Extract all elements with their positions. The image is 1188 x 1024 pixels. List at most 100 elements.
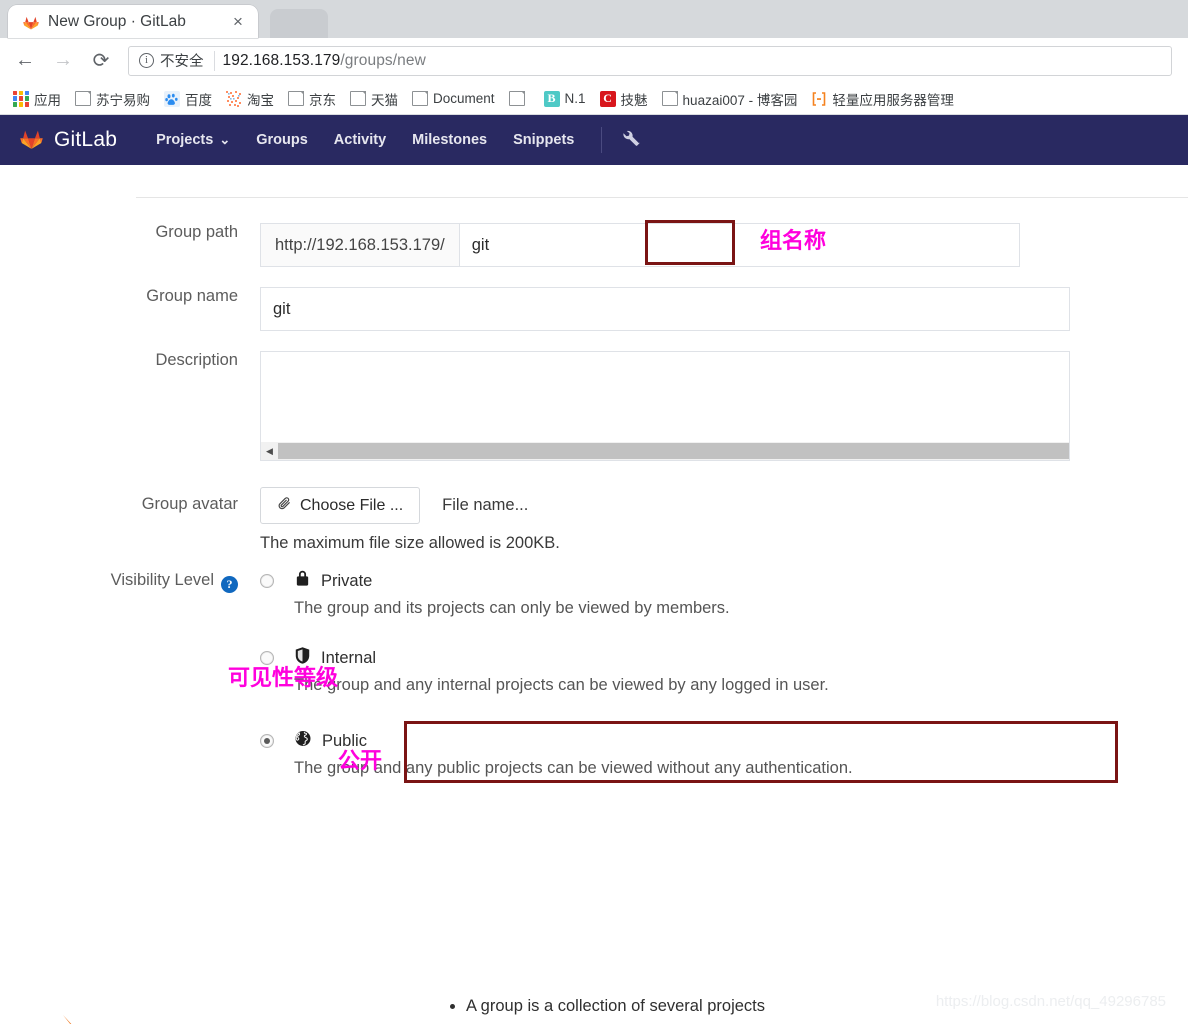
scroll-left-icon[interactable]: ◀ <box>261 442 278 460</box>
visibility-option-private[interactable]: Private The group and its projects can o… <box>260 569 853 618</box>
nav-item-projects[interactable]: Projects ⌄ <box>143 115 243 165</box>
bookmark-lighthouse[interactable]: 轻量应用服务器管理 <box>804 86 961 112</box>
group-path-prefix: http://192.168.153.179/ <box>261 224 460 266</box>
bookmark-apps[interactable]: 应用 <box>6 86 68 112</box>
bookmark-label: N.1 <box>564 91 586 106</box>
bookmark-suning[interactable]: 苏宁易购 <box>68 86 157 112</box>
bookmark-cnblogs[interactable]: huazai007 - 博客园 <box>655 86 805 112</box>
url-path: /groups/new <box>340 51 426 69</box>
bookmark-taobao[interactable]: 淘宝 <box>219 86 281 112</box>
nav-item-milestones[interactable]: Milestones <box>399 115 500 165</box>
field-group-name: Group name git <box>0 287 1070 331</box>
annotation-label-public: 公开 <box>338 749 383 774</box>
letter-c-icon: C <box>599 90 616 107</box>
gitlab-fox-icon <box>18 125 45 156</box>
field-group-avatar: Group avatar Choose File ... File name..… <box>0 487 560 553</box>
choose-file-button[interactable]: Choose File ... <box>260 487 421 524</box>
private-body: Private The group and its projects can o… <box>294 569 730 618</box>
gitlab-fox-icon <box>22 13 40 31</box>
bookmark-label: 天猫 <box>371 92 398 108</box>
annotation-arrow <box>63 1015 72 1024</box>
visibility-label-text: Visibility Level <box>110 571 214 589</box>
paperclip-icon <box>277 495 291 516</box>
description-label: Description <box>155 351 238 369</box>
bookmark-label: 百度 <box>185 92 212 108</box>
help-icon[interactable]: ? <box>221 575 238 593</box>
globe-icon <box>294 729 312 753</box>
browser-tab-inactive[interactable] <box>270 9 328 38</box>
browser-toolbar: ← → ⟳ i 不安全 192.168.153.179/groups/new <box>0 38 1188 83</box>
visibility-level-label: Visibility Level? <box>0 569 260 593</box>
bookmark-jimei[interactable]: C 技魅 <box>593 86 655 112</box>
bookmark-label: 应用 <box>34 92 61 108</box>
page-icon <box>661 91 678 106</box>
forward-button[interactable]: → <box>46 44 80 78</box>
bookmark-n1[interactable]: B N.1 <box>537 88 593 110</box>
group-path-input[interactable]: git <box>460 224 1019 266</box>
wrench-icon[interactable] <box>610 127 651 153</box>
bookmark-label: huazai007 - 博客园 <box>682 92 798 108</box>
nav-item-groups[interactable]: Groups <box>243 115 321 165</box>
choose-file-label: Choose File ... <box>300 496 404 514</box>
group-info-list: A group is a collection of several proje… <box>444 993 1019 1024</box>
bracket-dash-icon <box>811 91 827 107</box>
close-icon[interactable]: × <box>228 13 248 30</box>
avatar-filename: File name... <box>442 496 529 514</box>
nav-label: Projects <box>156 132 214 148</box>
field-description: Description ◀ <box>0 351 1070 461</box>
bookmark-baidu[interactable]: 百度 <box>157 86 219 112</box>
gitlab-brand-label: GitLab <box>54 128 118 151</box>
gitlab-home-link[interactable]: GitLab <box>18 125 117 156</box>
security-label: 不安全 <box>160 54 204 70</box>
nav-label: Milestones <box>412 132 488 148</box>
nav-divider <box>601 127 603 153</box>
internal-body: Internal The group and any internal proj… <box>294 646 829 695</box>
content-top-divider <box>136 197 1188 198</box>
address-bar[interactable]: i 不安全 192.168.153.179/groups/new <box>128 45 1172 76</box>
gitlab-navbar: GitLab Projects ⌄ Groups Activity Milest… <box>0 115 1188 165</box>
letter-b-icon: B <box>543 90 560 107</box>
description-hscrollbar[interactable]: ◀ <box>261 442 1069 460</box>
bookmark-label: 轻量应用服务器管理 <box>832 92 954 108</box>
bookmark-label: 淘宝 <box>247 92 274 108</box>
chevron-down-icon: ⌄ <box>219 132 231 147</box>
group-path-input-group[interactable]: http://192.168.153.179/ git <box>260 223 1020 267</box>
radio-public[interactable] <box>260 734 274 748</box>
nav-label: Activity <box>333 132 387 148</box>
lock-icon <box>294 569 311 593</box>
bookmark-untitled[interactable] <box>502 88 537 109</box>
tab-strip: New Group · GitLab × <box>0 0 1188 38</box>
bookmark-document[interactable]: Document <box>405 88 502 109</box>
annotation-label-group-name: 组名称 <box>760 229 827 254</box>
scrollbar-thumb[interactable] <box>278 443 1069 459</box>
url-host: 192.168.153.179 <box>222 51 341 69</box>
internal-description: The group and any internal projects can … <box>294 676 829 694</box>
bookmark-label: 苏宁易购 <box>96 92 150 108</box>
group-avatar-label: Group avatar <box>141 495 238 513</box>
bookmark-label: 技魅 <box>620 92 648 108</box>
avatar-controls: Choose File ... File name... The maximum… <box>260 487 560 553</box>
baidu-paw-icon <box>164 90 180 107</box>
private-title: Private <box>321 571 373 590</box>
url-text: 192.168.153.179/groups/new <box>223 52 426 70</box>
bookmark-label: 京东 <box>309 92 336 108</box>
back-button[interactable]: ← <box>8 44 42 78</box>
group-name-input-wrap[interactable]: git <box>260 287 1070 331</box>
private-title-row: Private <box>294 569 730 593</box>
nav-item-activity[interactable]: Activity <box>321 115 399 165</box>
bookmark-jd[interactable]: 京东 <box>281 86 343 112</box>
browser-tab-active[interactable]: New Group · GitLab × <box>8 5 258 38</box>
annotation-label-visibility: 可见性等级 <box>228 666 339 691</box>
avatar-help-text: The maximum file size allowed is 200KB. <box>260 534 560 552</box>
reload-button[interactable]: ⟳ <box>84 44 118 78</box>
bookmark-label: Document <box>433 91 495 106</box>
security-status[interactable]: i 不安全 <box>139 50 215 71</box>
tab-title: New Group · GitLab <box>48 12 186 30</box>
visibility-option-internal[interactable]: Internal The group and any internal proj… <box>260 646 853 695</box>
description-textarea[interactable]: ◀ <box>260 351 1070 461</box>
bookmark-tmall[interactable]: 天猫 <box>343 86 405 112</box>
radio-private[interactable] <box>260 574 274 588</box>
field-group-path: Group path http://192.168.153.179/ git <box>0 223 1020 267</box>
group-name-input[interactable]: git <box>261 288 1069 330</box>
nav-item-snippets[interactable]: Snippets <box>500 115 587 165</box>
